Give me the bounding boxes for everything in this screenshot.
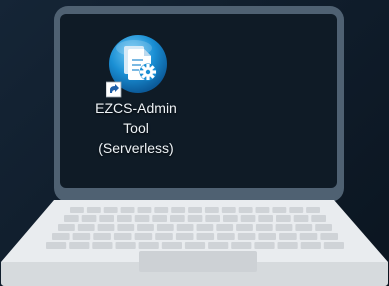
keyboard-key <box>272 207 287 213</box>
keyboard-key <box>72 233 91 240</box>
keyboard-key <box>279 233 297 240</box>
keyboard-key <box>77 224 95 231</box>
keyboard-key <box>113 233 132 240</box>
keyboard-key <box>237 233 256 240</box>
keyboard-key <box>120 207 135 213</box>
keyboard-key <box>81 215 97 222</box>
keyboard-key <box>137 224 154 231</box>
keyboard-key <box>93 233 111 240</box>
keyboard-key <box>92 242 113 249</box>
keyboard-key <box>154 207 169 213</box>
keyboard-key <box>221 207 236 213</box>
keyboard-key <box>134 233 153 240</box>
keyboard-key <box>196 224 214 231</box>
keyboard-key <box>216 224 234 231</box>
keyboard-key <box>86 207 101 213</box>
keyboard-key <box>64 215 79 222</box>
keyboard-key <box>255 207 270 213</box>
keyboard-key <box>175 233 194 240</box>
keyboard-key <box>155 233 173 240</box>
keyboard-key <box>115 242 136 249</box>
laptop-illustration: EZCS-Admin Tool (Serverless) <box>0 0 389 286</box>
keyboard-key <box>208 242 229 249</box>
keyboard-key <box>276 215 291 222</box>
keyboard-key <box>320 233 338 240</box>
keyboard-key <box>204 207 219 213</box>
keyboard-key <box>138 242 159 249</box>
keyboard-key <box>236 224 253 231</box>
keyboard-key <box>134 215 150 222</box>
keyboard-key <box>323 242 344 249</box>
keyboard-key <box>117 224 135 231</box>
keyboard-key <box>103 207 118 213</box>
keyboard-key <box>275 224 293 231</box>
keyboard-key <box>295 224 313 231</box>
keyboard-key <box>258 233 276 240</box>
keyboard-key <box>300 242 321 249</box>
keyboard-key <box>156 224 174 231</box>
keyboard-key <box>117 215 132 222</box>
keyboard-key <box>306 207 320 213</box>
keyboard-key <box>289 207 304 213</box>
keyboard-key <box>223 215 238 222</box>
keyboard-key <box>311 215 326 222</box>
keyboard-key <box>58 224 75 231</box>
keyboard-key <box>258 215 273 222</box>
keyboard-key <box>161 242 182 249</box>
keyboard-key <box>277 242 298 249</box>
laptop-base <box>1 200 388 286</box>
keyboard-key <box>70 207 84 213</box>
keyboard-key <box>293 215 309 222</box>
keyboard-key <box>184 242 206 249</box>
keyboard-key <box>187 215 203 222</box>
keyboard-key <box>69 242 90 249</box>
keyboard-key <box>240 215 256 222</box>
keyboard-key <box>217 233 235 240</box>
keyboard-key <box>238 207 253 213</box>
keyboard-key <box>299 233 318 240</box>
keyboard-key <box>137 207 152 213</box>
keyboard-key <box>152 215 167 222</box>
keyboard-key <box>255 224 273 231</box>
keyboard-key <box>170 215 185 222</box>
keyboard-key <box>171 207 186 213</box>
keyboard-key <box>52 233 70 240</box>
keyboard-key <box>231 242 252 249</box>
keyboard-key <box>254 242 275 249</box>
keyboard-key <box>46 242 67 249</box>
touchpad <box>139 251 257 272</box>
keyboard-key <box>315 224 332 231</box>
keyboard-key <box>188 207 202 213</box>
keyboard-key <box>97 224 115 231</box>
keyboard-key <box>99 215 114 222</box>
keyboard-key <box>176 224 194 231</box>
keyboard-key <box>205 215 220 222</box>
keyboard-key <box>196 233 215 240</box>
